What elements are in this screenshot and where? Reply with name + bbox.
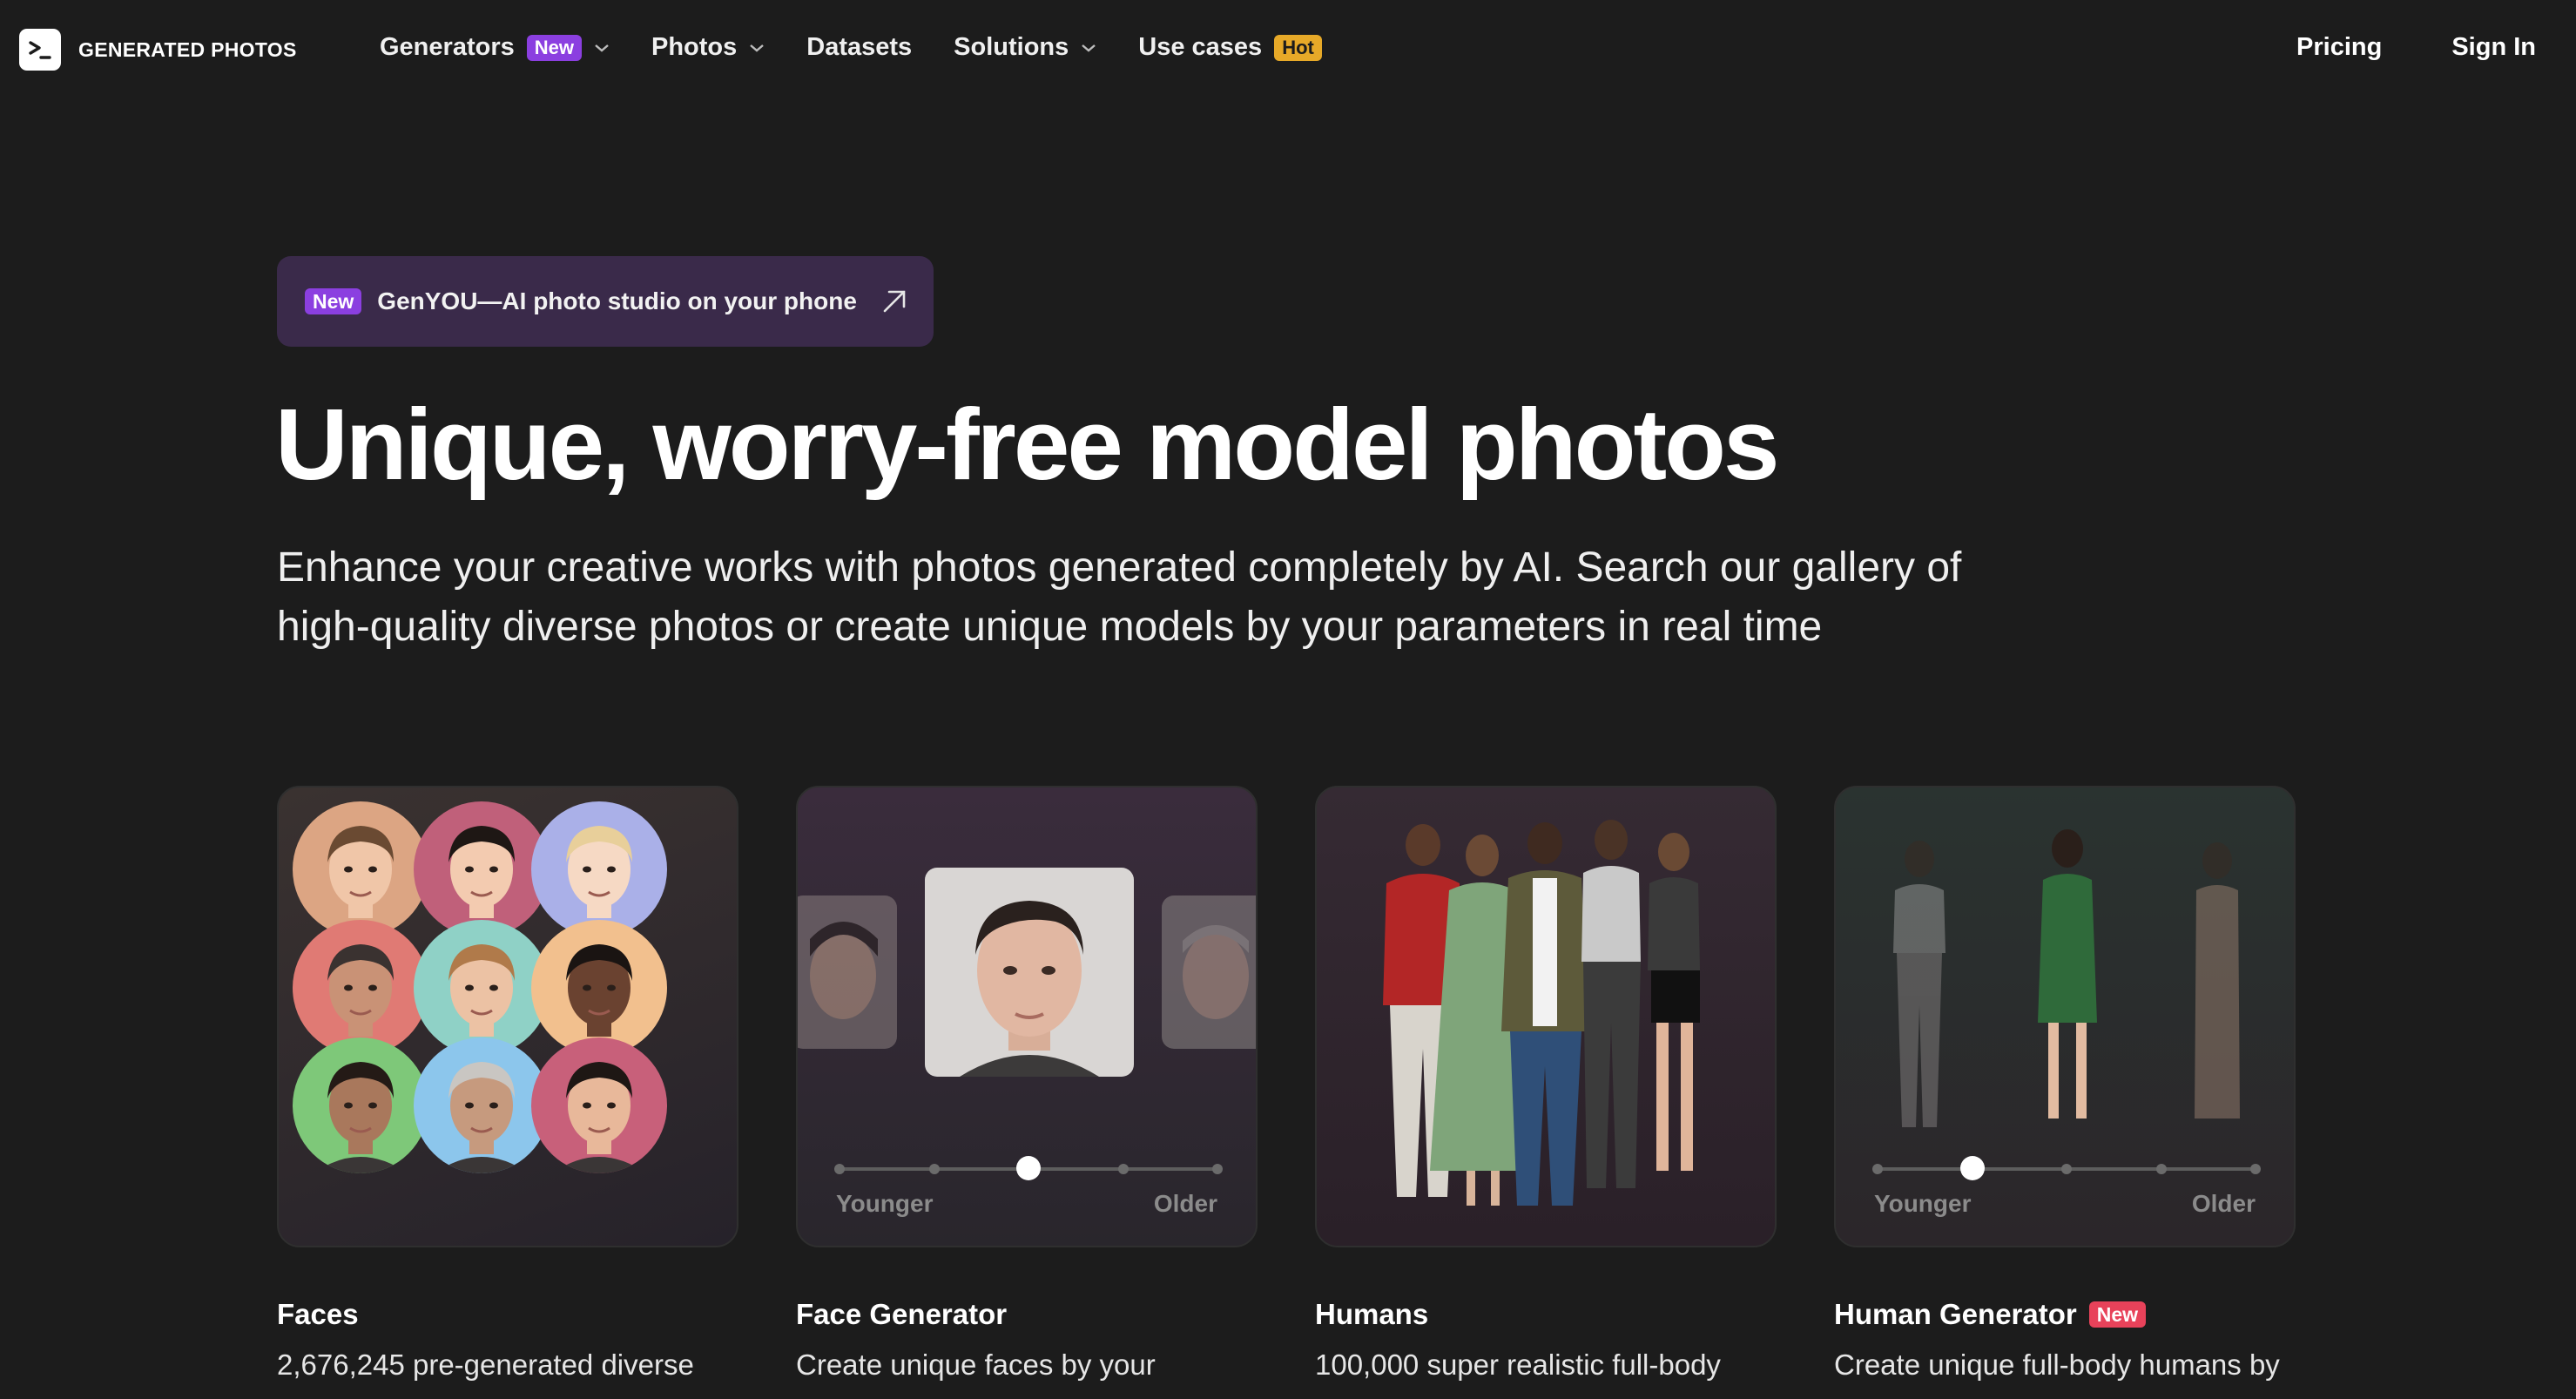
hero-subtitle-line-1: Enhance your creative works with photos …	[277, 544, 1962, 591]
center-portrait	[925, 868, 1134, 1077]
new-badge: New	[2088, 1301, 2147, 1328]
avatar	[414, 801, 550, 938]
card-face-generator[interactable]: Younger Older Face Generator Create uniq…	[796, 786, 1258, 1382]
genyou-promo-banner[interactable]: New GenYOU—AI photo studio on your phone	[277, 256, 934, 347]
card-title-human-generator: Human Generator	[1834, 1298, 2077, 1330]
brand-name: GENERATED PHOTOS	[78, 37, 297, 61]
slider-max-label: Older	[1153, 1190, 1217, 1217]
slider-tick	[2250, 1164, 2261, 1174]
logo-icon	[19, 29, 61, 71]
face-generator-thumbnail: Younger Older	[796, 786, 1258, 1247]
side-portrait-right	[1162, 895, 1256, 1049]
card-human-generator[interactable]: Younger Older Human Generator New Create…	[1834, 786, 2296, 1382]
nav-datasets[interactable]: Datasets	[806, 33, 912, 62]
pricing-link[interactable]: Pricing	[2296, 33, 2382, 62]
slider-tick	[1118, 1164, 1129, 1174]
nav-use-cases[interactable]: Use cases Hot	[1138, 33, 1322, 62]
avatar	[293, 919, 429, 1056]
nav-use-cases-label: Use cases	[1138, 33, 1263, 61]
humans-thumbnail	[1315, 786, 1777, 1247]
avatar	[414, 1037, 550, 1173]
avatar	[531, 919, 668, 1056]
slider-tick	[1872, 1164, 1883, 1174]
slider-tick	[2061, 1164, 2072, 1174]
chevron-down-icon	[750, 44, 765, 52]
slider-tick	[2156, 1164, 2167, 1174]
brand-logo[interactable]: GENERATED PHOTOS	[19, 29, 297, 71]
card-humans[interactable]: Humans 100,000 super realistic full-body	[1315, 786, 1777, 1382]
slider-tick	[1212, 1164, 1223, 1174]
avatar	[531, 801, 668, 938]
promo-text: GenYOU—AI photo studio on your phone	[377, 287, 857, 314]
hot-badge: Hot	[1274, 34, 1322, 61]
avatar	[414, 919, 550, 1056]
card-desc-human-generator: Create unique full-body humans by	[1834, 1348, 2280, 1381]
age-slider[interactable]	[1872, 1156, 2261, 1180]
slider-handle[interactable]	[1016, 1156, 1041, 1180]
card-title-humans: Humans	[1315, 1298, 1429, 1330]
hero-subtitle-line-2: high-quality diverse photos or create un…	[277, 604, 1823, 650]
slider-handle[interactable]	[1959, 1156, 1985, 1180]
new-badge: New	[305, 288, 362, 314]
page-title: Unique, worry-free model photos	[275, 388, 1779, 501]
card-desc-face-generator: Create unique faces by your	[796, 1348, 1156, 1381]
card-title-face-generator: Face Generator	[796, 1298, 1008, 1330]
nav-solutions[interactable]: Solutions	[954, 33, 1096, 62]
slider-max-label: Older	[2191, 1190, 2256, 1217]
slider-min-label: Younger	[1874, 1190, 1972, 1217]
chevron-down-icon	[1082, 44, 1096, 52]
top-nav: GENERATED PHOTOS Generators New Photos D…	[0, 0, 2576, 101]
avatar	[293, 1037, 429, 1173]
slider-tick	[929, 1164, 940, 1174]
avatar	[531, 1037, 668, 1173]
human-generator-thumbnail: Younger Older	[1834, 786, 2296, 1247]
new-badge: New	[526, 34, 582, 61]
sign-in-link[interactable]: Sign In	[2451, 33, 2536, 62]
arrow-up-right-icon	[883, 290, 906, 313]
nav-photos[interactable]: Photos	[651, 33, 765, 62]
age-slider[interactable]	[834, 1156, 1223, 1180]
faces-thumbnail	[277, 786, 738, 1247]
chevron-down-icon	[595, 44, 609, 52]
card-desc-faces: 2,676,245 pre-generated diverse	[277, 1348, 694, 1381]
nav-photos-label: Photos	[651, 33, 738, 61]
hero-subtitle: Enhance your creative works with photos …	[277, 538, 2106, 657]
slider-min-label: Younger	[836, 1190, 934, 1217]
human-generator-image	[1893, 829, 2240, 1127]
card-desc-humans: 100,000 super realistic full-body	[1315, 1348, 1721, 1381]
card-faces[interactable]: Faces 2,676,245 pre-generated diverse	[277, 786, 738, 1382]
avatar	[293, 801, 429, 938]
nav-generators-label: Generators	[380, 33, 515, 61]
side-portrait-left	[798, 895, 897, 1049]
slider-tick	[834, 1164, 845, 1174]
humans-group-image	[1383, 820, 1700, 1206]
card-title-faces: Faces	[277, 1298, 359, 1330]
nav-solutions-label: Solutions	[954, 33, 1069, 61]
nav-generators[interactable]: Generators New	[380, 33, 610, 62]
nav-datasets-label: Datasets	[806, 33, 913, 61]
